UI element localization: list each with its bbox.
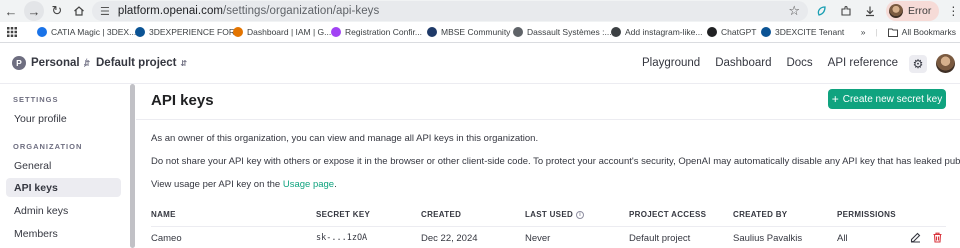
breadcrumb-separator: / bbox=[84, 56, 88, 70]
column-header-name: NAME bbox=[151, 210, 176, 219]
table-header-divider bbox=[151, 226, 946, 227]
bookmark-item[interactable]: Add instagram-like... bbox=[611, 27, 702, 37]
address-bar[interactable]: ☰ platform.openai.com/settings/organizat… bbox=[92, 1, 808, 21]
usage-page-link[interactable]: Usage page bbox=[283, 179, 334, 190]
delete-trash-icon[interactable] bbox=[931, 231, 943, 243]
download-icon[interactable] bbox=[860, 1, 880, 21]
bookmark-item[interactable]: MBSE Community bbox=[427, 27, 510, 37]
favicon-icon bbox=[611, 27, 621, 37]
plus-icon: + bbox=[831, 92, 839, 106]
folder-icon bbox=[887, 28, 898, 37]
create-secret-key-button[interactable]: + Create new secret key bbox=[828, 89, 946, 109]
sidebar-item-api-keys[interactable]: API keys bbox=[6, 178, 121, 197]
column-header-last-used: LAST USED i bbox=[525, 210, 585, 219]
nav-link-api-reference[interactable]: API reference bbox=[828, 57, 898, 69]
sidebar-heading-settings: SETTINGS bbox=[13, 95, 59, 104]
reload-icon[interactable]: ↻ bbox=[46, 0, 68, 22]
settings-gear-icon[interactable]: ⚙ bbox=[909, 55, 927, 73]
org-avatar: P bbox=[12, 56, 26, 70]
usage-info-text: View usage per API key on the Usage page… bbox=[151, 179, 337, 190]
create-button-label: Create new secret key bbox=[842, 93, 943, 105]
bookmarks-divider: | bbox=[875, 27, 878, 37]
sidebar-item-members[interactable]: Members bbox=[6, 224, 121, 243]
forward-icon[interactable]: → bbox=[24, 1, 44, 21]
bookmark-item[interactable]: 3DEXCITE Tenant bbox=[761, 27, 844, 37]
all-bookmarks-button[interactable]: All Bookmarks bbox=[887, 27, 956, 37]
bookmark-item[interactable]: Dashboard | IAM | G... bbox=[233, 27, 331, 37]
info-icon[interactable]: i bbox=[576, 210, 585, 219]
profile-status: Error bbox=[908, 5, 932, 17]
sidebar-item-admin-keys[interactable]: Admin keys bbox=[6, 201, 121, 220]
browser-menu-icon[interactable]: ⋮ bbox=[943, 1, 960, 21]
bookmark-item[interactable]: ChatGPT bbox=[707, 27, 756, 37]
sidebar-scrollbar[interactable] bbox=[130, 84, 135, 248]
browser-toolbar: ← → ↻ ☰ platform.openai.com/settings/org… bbox=[0, 0, 960, 22]
key-last-used: Never bbox=[525, 233, 551, 244]
bookmark-item[interactable]: Dassault Systèmes :... bbox=[513, 27, 612, 37]
key-project-access: Default project bbox=[629, 233, 691, 244]
favicon-icon bbox=[761, 27, 771, 37]
top-navigation: P Personal ⇵ / Default project ⇵ Playgroun… bbox=[0, 43, 960, 84]
favicon-icon bbox=[37, 27, 47, 37]
settings-sidebar: SETTINGS Your profile ORGANIZATION Gener… bbox=[0, 84, 128, 248]
url-path: /settings/organization/api-keys bbox=[223, 5, 380, 17]
sidebar-heading-organization: ORGANIZATION bbox=[13, 142, 83, 151]
profile-error-button[interactable]: Error bbox=[886, 1, 940, 21]
favicon-icon bbox=[427, 27, 437, 37]
url-host: platform.openai.com bbox=[117, 5, 224, 17]
key-created-by: Saulius Pavalkis bbox=[733, 233, 803, 244]
column-header-created: CREATED bbox=[421, 210, 462, 219]
profile-avatar bbox=[889, 4, 903, 18]
owner-info-text: As an owner of this organization, you ca… bbox=[151, 133, 539, 144]
favicon-icon bbox=[707, 27, 717, 37]
extension-icon[interactable] bbox=[812, 1, 832, 21]
column-header-project-access: PROJECT ACCESS bbox=[629, 210, 707, 219]
key-created: Dec 22, 2024 bbox=[421, 233, 478, 244]
site-info-icon[interactable]: ☰ bbox=[100, 5, 110, 18]
selector-caret-icon: ⇵ bbox=[180, 59, 188, 68]
main-content: API keys + Create new secret key As an o… bbox=[136, 84, 960, 248]
bookmarks-bar: CATIA Magic | 3DEX... 3DEXPERIENCE FOR..… bbox=[0, 22, 960, 43]
home-icon[interactable] bbox=[68, 0, 90, 22]
nav-link-playground[interactable]: Playground bbox=[642, 57, 700, 69]
sidebar-item-your-profile[interactable]: Your profile bbox=[6, 109, 121, 128]
bookmark-star-icon[interactable]: ☆ bbox=[788, 3, 800, 19]
nav-link-dashboard[interactable]: Dashboard bbox=[715, 57, 771, 69]
user-avatar[interactable] bbox=[936, 54, 955, 73]
favicon-icon bbox=[135, 27, 145, 37]
bookmark-item[interactable]: CATIA Magic | 3DEX... bbox=[37, 27, 136, 37]
project-name: Default project bbox=[96, 57, 177, 69]
more-bookmarks-icon[interactable]: » bbox=[861, 27, 866, 37]
favicon-icon bbox=[331, 27, 341, 37]
org-name: Personal bbox=[31, 57, 80, 69]
bookmark-item[interactable]: Registration Confir... bbox=[331, 27, 422, 37]
nav-link-docs[interactable]: Docs bbox=[786, 57, 812, 69]
favicon-icon bbox=[513, 27, 523, 37]
key-name: Cameo bbox=[151, 233, 182, 244]
page-title: API keys bbox=[151, 92, 214, 109]
key-permissions: All bbox=[837, 233, 848, 244]
back-icon[interactable]: ← bbox=[0, 0, 22, 22]
header-divider bbox=[136, 119, 960, 120]
extensions-puzzle-icon[interactable] bbox=[836, 1, 856, 21]
column-header-permissions: PERMISSIONS bbox=[837, 210, 896, 219]
security-warning-text: Do not share your API key with others or… bbox=[151, 156, 960, 167]
apps-grid-icon[interactable] bbox=[0, 27, 24, 37]
org-selector[interactable]: Personal ⇵ bbox=[31, 57, 90, 69]
project-selector[interactable]: Default project ⇵ bbox=[96, 57, 187, 69]
favicon-icon bbox=[233, 27, 243, 37]
sidebar-item-general[interactable]: General bbox=[6, 156, 121, 175]
column-header-secret-key: SECRET KEY bbox=[316, 210, 371, 219]
edit-pencil-icon[interactable] bbox=[909, 231, 921, 243]
column-header-created-by: CREATED BY bbox=[733, 210, 788, 219]
bookmark-item[interactable]: 3DEXPERIENCE FOR... bbox=[135, 27, 242, 37]
key-secret: sk-...1zOA bbox=[316, 233, 368, 243]
